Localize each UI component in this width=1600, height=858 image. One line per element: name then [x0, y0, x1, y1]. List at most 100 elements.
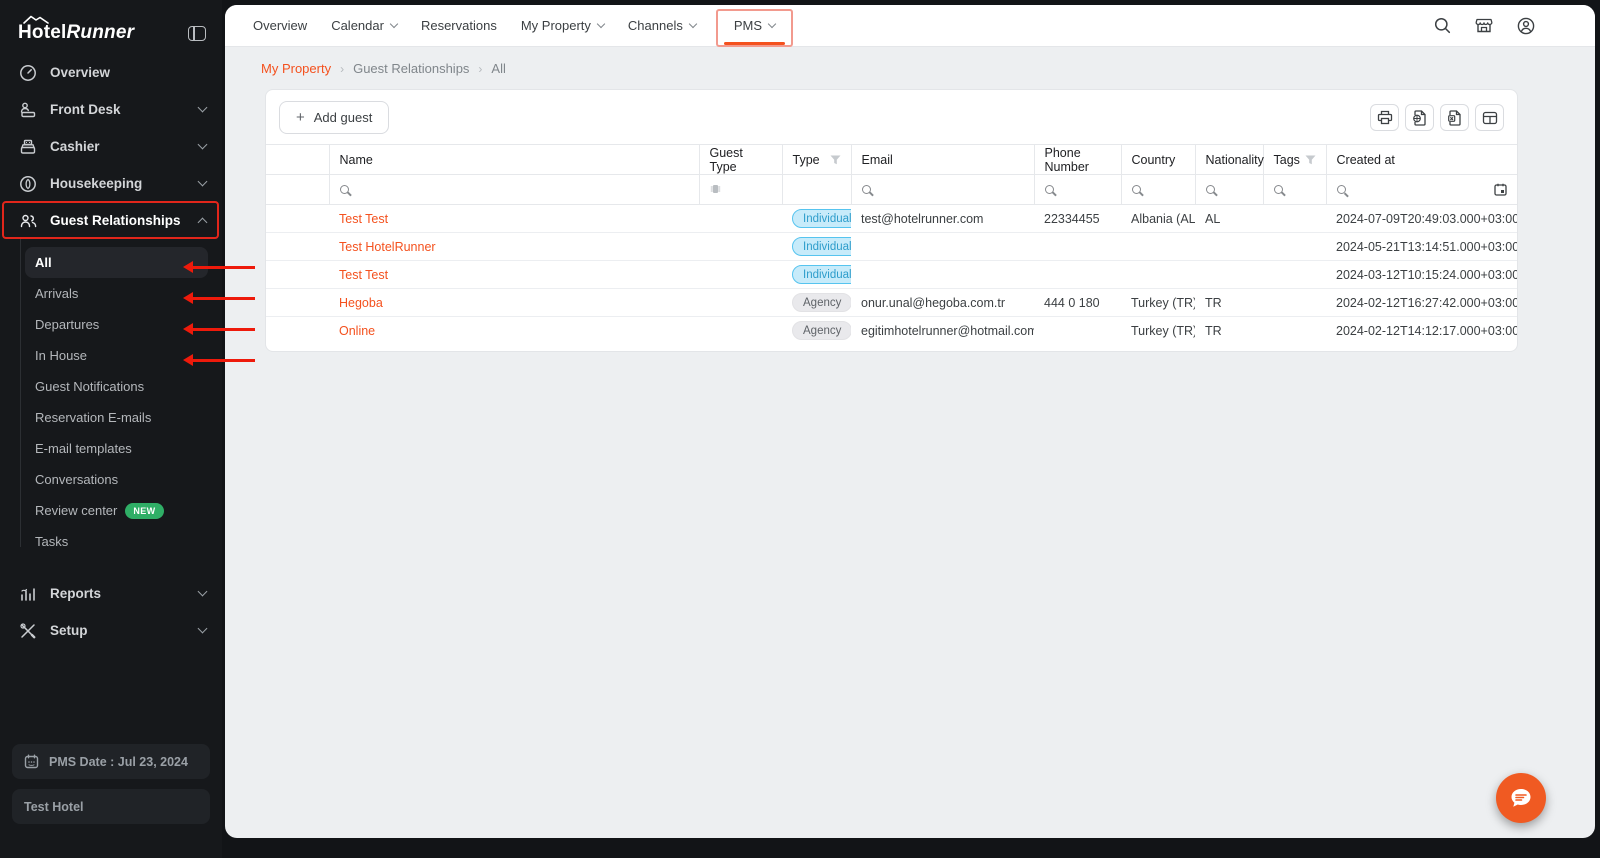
col-guest-type[interactable]: Guest Type: [699, 145, 782, 175]
hotel-name-label: Test Hotel: [24, 800, 84, 814]
filter-funnel-icon[interactable]: [830, 155, 841, 165]
sidebar-item-email-templates[interactable]: E-mail templates: [0, 433, 222, 464]
sidebar-item-guest-relationships[interactable]: Guest Relationships: [0, 202, 222, 239]
cell-tags: [1263, 289, 1326, 317]
cell-email: [851, 261, 1034, 289]
cell-created-at: 2024-03-12T10:15:24.000+03:00: [1326, 261, 1517, 289]
housekeeping-icon: [18, 174, 38, 194]
sidebar-item-departures[interactable]: Departures: [0, 309, 222, 340]
add-guest-button[interactable]: + Add guest: [279, 101, 389, 134]
cell-name[interactable]: Test Test: [329, 205, 699, 233]
hotelrunner-logo[interactable]: HotelRunner: [18, 22, 134, 44]
chevron-down-icon: [198, 624, 208, 634]
print-button[interactable]: [1370, 104, 1399, 131]
sidebar-item-tasks[interactable]: Tasks: [0, 526, 222, 557]
col-type[interactable]: Type: [782, 145, 851, 175]
search-icon[interactable]: [1434, 17, 1451, 34]
nav-reservations[interactable]: Reservations: [409, 5, 509, 46]
cell-name[interactable]: Online: [329, 317, 699, 345]
sidebar-item-reports[interactable]: Reports: [0, 575, 222, 612]
export-excel-button[interactable]: [1440, 104, 1469, 131]
sidebar-item-conversations[interactable]: Conversations: [0, 464, 222, 495]
filter-row: [266, 175, 1517, 205]
col-nationality[interactable]: Nationality: [1195, 145, 1263, 175]
table-columns-button[interactable]: [1475, 104, 1504, 131]
filter-phone[interactable]: [1034, 175, 1121, 205]
sidebar-collapse-icon[interactable]: [188, 26, 206, 41]
sidebar-item-guest-notifications[interactable]: Guest Notifications: [0, 371, 222, 402]
sidebar-item-all[interactable]: All: [25, 247, 208, 278]
cell-created-at: 2024-07-09T20:49:03.000+03:00: [1326, 205, 1517, 233]
breadcrumb-separator: ›: [478, 62, 482, 76]
active-tab-underline: [724, 42, 785, 45]
profile-icon[interactable]: [1517, 17, 1535, 35]
logo-text-hotel: Hotel: [18, 22, 67, 43]
calendar-icon[interactable]: [1494, 183, 1507, 196]
cell-name[interactable]: Test HotelRunner: [329, 233, 699, 261]
filter-type[interactable]: [782, 175, 851, 205]
sidebar-item-setup[interactable]: Setup: [0, 612, 222, 649]
breadcrumb-my-property[interactable]: My Property: [261, 61, 331, 76]
export-web-button[interactable]: [1405, 104, 1434, 131]
sidebar-item-label: Setup: [50, 623, 88, 638]
sidebar-item-reservation-emails[interactable]: Reservation E-mails: [0, 402, 222, 433]
cell-name[interactable]: Test Test: [329, 261, 699, 289]
cell-type: Agency: [782, 317, 851, 345]
col-tags[interactable]: Tags: [1263, 145, 1326, 175]
sidebar-item-in-house[interactable]: In House: [0, 340, 222, 371]
col-email[interactable]: Email: [851, 145, 1034, 175]
sidebar-item-review-center[interactable]: Review center NEW: [0, 495, 222, 526]
breadcrumb-guest-relationships[interactable]: Guest Relationships: [353, 61, 469, 76]
hotel-selector[interactable]: Test Hotel: [12, 789, 210, 824]
filter-country[interactable]: [1121, 175, 1195, 205]
guest-relationships-submenu: All Arrivals Departures In House Guest N…: [0, 239, 222, 561]
sidebar-item-label: Front Desk: [50, 102, 121, 117]
nav-pms[interactable]: PMS: [722, 5, 787, 46]
table-row[interactable]: Test Test Individual 2024-03-12T10:15:24…: [266, 261, 1517, 289]
sidebar-item-cashier[interactable]: Cashier: [0, 128, 222, 165]
filter-funnel-icon[interactable]: [1305, 155, 1316, 165]
filter-created-at[interactable]: [1326, 175, 1517, 205]
col-created-at[interactable]: Created at: [1326, 145, 1517, 175]
filter-tags[interactable]: [1263, 175, 1326, 205]
filter-email[interactable]: [851, 175, 1034, 205]
search-icon: [1337, 185, 1346, 194]
filter-guest-type[interactable]: [699, 175, 782, 205]
store-icon[interactable]: [1475, 17, 1493, 34]
sidebar-item-arrivals[interactable]: Arrivals: [0, 278, 222, 309]
col-name[interactable]: Name: [329, 145, 699, 175]
table-row[interactable]: Test Test Individual test@hotelrunner.co…: [266, 205, 1517, 233]
search-icon: [1274, 185, 1283, 194]
type-badge: Agency: [792, 293, 851, 312]
sidebar-item-front-desk[interactable]: Front Desk: [0, 91, 222, 128]
cell-nationality: [1195, 261, 1263, 289]
cell-select: [266, 233, 329, 261]
sidebar-item-overview[interactable]: Overview: [0, 54, 222, 91]
search-icon: [1045, 185, 1054, 194]
breadcrumb: My Property › Guest Relationships › All: [225, 47, 1595, 76]
filter-name[interactable]: [329, 175, 699, 205]
guest-table: Name Guest Type Type Email Phone Number …: [266, 144, 1517, 345]
table-row[interactable]: Hegoba Agency onur.unal@hegoba.com.tr 44…: [266, 289, 1517, 317]
nav-my-property[interactable]: My Property: [509, 5, 616, 46]
cell-type: Individual: [782, 233, 851, 261]
chat-support-button[interactable]: [1496, 773, 1546, 823]
guest-list-card: + Add guest: [265, 89, 1518, 352]
nav-channels[interactable]: Channels: [616, 5, 708, 46]
table-row[interactable]: Online Agency egitimhotelrunner@hotmail.…: [266, 317, 1517, 345]
cashier-icon: [18, 137, 38, 157]
chevron-down-icon: [198, 140, 208, 150]
type-badge: Individual: [792, 209, 851, 228]
table-row[interactable]: Test HotelRunner Individual 2024-05-21T1…: [266, 233, 1517, 261]
nav-calendar[interactable]: Calendar: [319, 5, 409, 46]
cell-name[interactable]: Hegoba: [329, 289, 699, 317]
pms-date-card[interactable]: PMS Date : Jul 23, 2024: [12, 744, 210, 779]
type-badge: Individual: [792, 265, 851, 284]
filter-nationality[interactable]: [1195, 175, 1263, 205]
nav-label: Channels: [628, 18, 683, 33]
nav-overview[interactable]: Overview: [241, 5, 319, 46]
col-country[interactable]: Country: [1121, 145, 1195, 175]
col-phone-number[interactable]: Phone Number: [1034, 145, 1121, 175]
cell-select: [266, 289, 329, 317]
sidebar-item-housekeeping[interactable]: Housekeeping: [0, 165, 222, 202]
